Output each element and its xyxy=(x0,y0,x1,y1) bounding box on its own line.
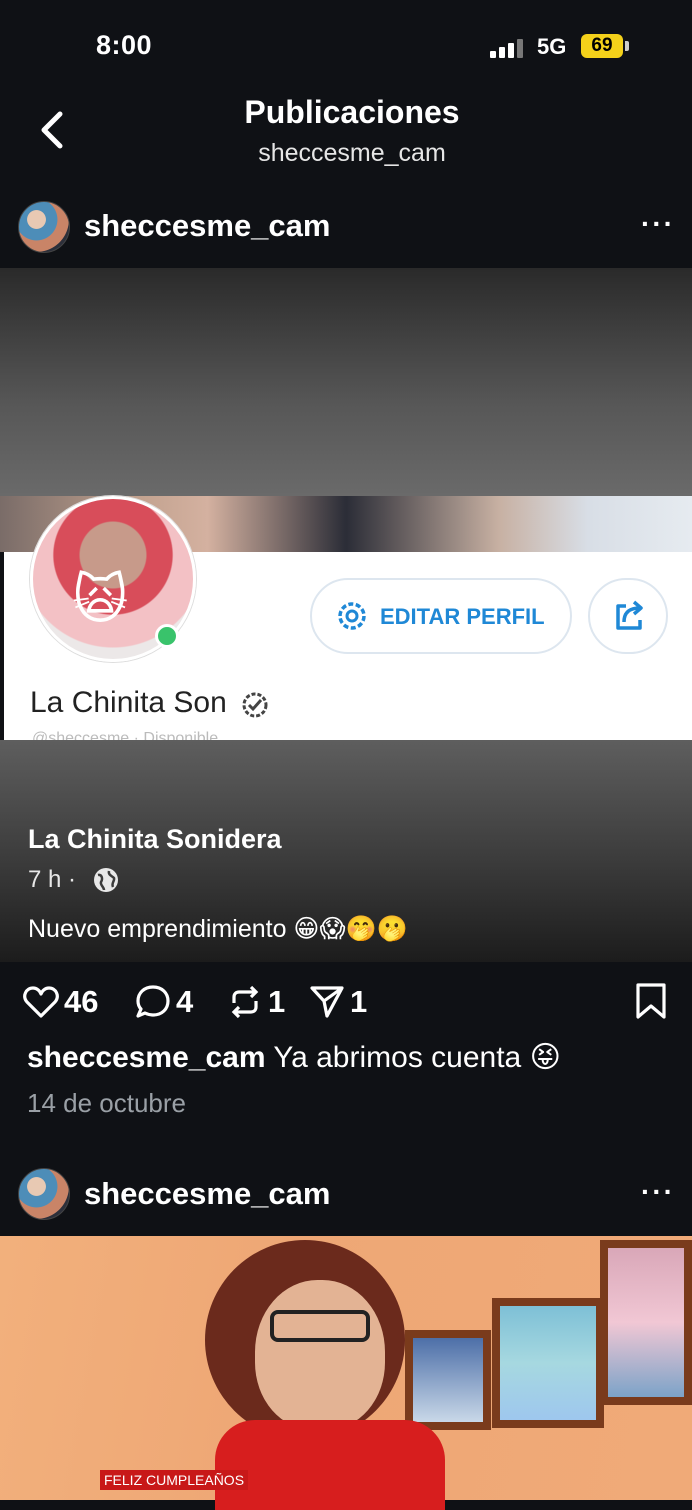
post-date: 14 de octubre xyxy=(27,1088,187,1118)
shared-post-author: La Chinita Sonidera xyxy=(28,824,282,854)
comment-count: 4 xyxy=(176,984,194,1019)
status-time: 8:00 xyxy=(96,30,153,60)
shared-post-time: 7 h · xyxy=(28,866,77,893)
page-title: Publicaciones xyxy=(244,94,460,130)
post-username[interactable]: sheccesme_cam xyxy=(84,1176,330,1212)
battery-tip xyxy=(625,41,629,51)
repost-icon xyxy=(231,985,259,1019)
share-profile-button[interactable] xyxy=(588,578,668,654)
caption-username[interactable]: sheccesme_cam xyxy=(27,1041,266,1074)
like-count: 46 xyxy=(64,984,99,1019)
battery-icon: 69 xyxy=(581,34,623,58)
send-icon xyxy=(310,986,344,1018)
post-caption: sheccesme_cam Ya abrimos cuenta 😝 xyxy=(27,1040,677,1075)
more-options-icon[interactable]: ··· xyxy=(641,1176,675,1208)
picture-frame xyxy=(600,1240,692,1405)
profile-name: La Chinita Son xyxy=(30,686,227,719)
picture-frame xyxy=(492,1298,604,1428)
send-count: 1 xyxy=(350,984,368,1019)
edit-profile-label: EDITAR PERFIL xyxy=(380,604,545,629)
shared-post-text: Nuevo emprendimiento 😁😱🤭🫢 xyxy=(28,915,408,943)
glasses xyxy=(270,1310,370,1342)
heart-icon xyxy=(23,986,59,1018)
caption-text: Ya abrimos cuenta 😝 xyxy=(265,1041,561,1074)
repost-count: 1 xyxy=(268,984,286,1019)
edit-profile-button[interactable]: EDITAR PERFIL xyxy=(310,578,572,654)
picture-frame xyxy=(405,1330,491,1430)
profile-handle: @sheccesme · Disponible xyxy=(32,730,219,740)
network-type: 5G xyxy=(537,34,567,59)
globe-icon xyxy=(94,868,118,892)
signal-icon xyxy=(490,38,526,58)
scared-cat-emoji: 🙀 xyxy=(72,570,129,630)
repost-button[interactable]: 1 xyxy=(226,982,285,1022)
red-shirt xyxy=(215,1420,445,1510)
bookmark-icon[interactable] xyxy=(634,982,668,1020)
like-button[interactable]: 46 xyxy=(22,982,98,1022)
avatar[interactable] xyxy=(18,201,70,253)
share-icon xyxy=(616,600,643,630)
avatar[interactable] xyxy=(18,1168,70,1220)
comment-icon xyxy=(136,985,170,1018)
post-username[interactable]: sheccesme_cam xyxy=(84,208,330,244)
send-button[interactable]: 1 xyxy=(308,982,367,1022)
gear-icon xyxy=(338,602,366,630)
more-options-icon[interactable]: ··· xyxy=(641,208,675,240)
birthday-sign: FELIZ CUMPLEAÑOS xyxy=(100,1470,249,1490)
verified-icon xyxy=(242,692,268,718)
face xyxy=(255,1280,385,1430)
post-image-top xyxy=(0,268,692,496)
page-subtitle: sheccesme_cam xyxy=(258,139,446,167)
online-indicator xyxy=(155,624,179,648)
comment-button[interactable]: 4 xyxy=(134,982,193,1022)
